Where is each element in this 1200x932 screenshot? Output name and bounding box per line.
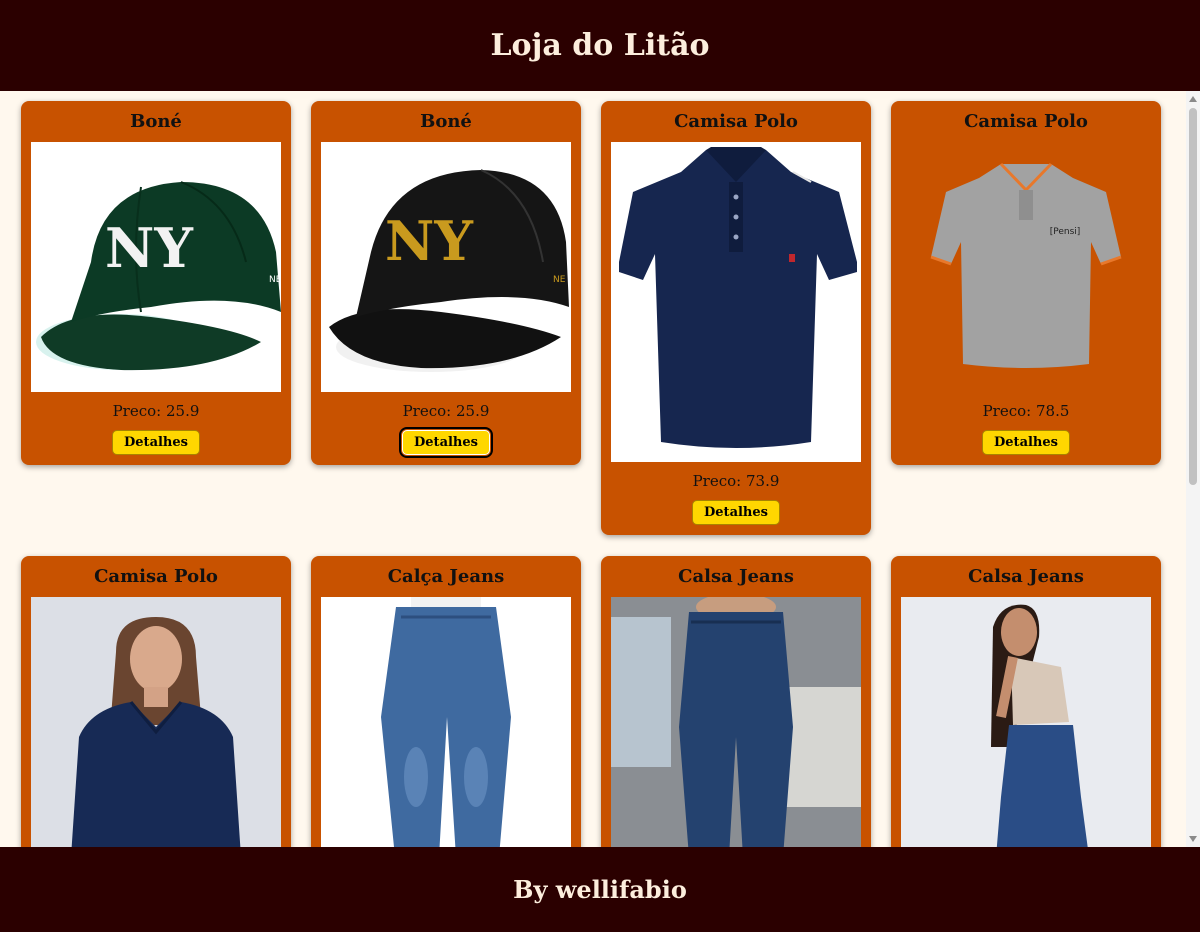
scroll-up-icon[interactable] <box>1189 96 1197 102</box>
product-price: Preco: 25.9 <box>402 402 490 420</box>
product-name: Camisa Polo <box>94 566 218 587</box>
green-cap-image: NY NE <box>36 181 281 371</box>
site-footer: By wellifabio <box>0 847 1200 932</box>
product-card: Camisa Polo [Pensi] Preco: 78.5 Detalhes <box>891 101 1161 465</box>
details-button[interactable]: Detalhes <box>692 500 780 525</box>
product-card: Boné NY NE Preco: 25.9 Detalhes <box>21 101 291 465</box>
product-image: NY NE <box>31 142 281 392</box>
product-card: Calsa Jeans <box>891 556 1161 847</box>
woman-jeans-image <box>991 604 1088 847</box>
product-image <box>901 597 1151 847</box>
product-card: Calsa Jeans <box>601 556 871 847</box>
product-card: Camisa Polo Preco: 73.9 Detalhes <box>601 101 871 535</box>
product-image <box>611 142 861 462</box>
page-scrollbar[interactable] <box>1186 91 1200 847</box>
product-price: Preco: 78.5 <box>982 402 1070 420</box>
product-price: Preco: 73.9 <box>692 472 780 490</box>
product-card: Calça Jeans <box>311 556 581 847</box>
svg-text:NY: NY <box>105 216 194 280</box>
svg-text:NE: NE <box>269 275 281 285</box>
jeans-image <box>381 597 511 847</box>
woman-polo-image <box>71 617 241 847</box>
product-name: Calsa Jeans <box>678 566 794 587</box>
svg-text:NY: NY <box>385 209 474 273</box>
site-title: Loja do Litão <box>490 28 710 63</box>
man-jeans-image <box>611 597 861 847</box>
product-image: [Pensi] <box>901 142 1151 392</box>
black-cap-image: NY NE <box>329 169 569 372</box>
details-button[interactable]: Detalhes <box>399 427 493 458</box>
site-header: Loja do Litão <box>0 0 1200 91</box>
footer-credit: By wellifabio <box>513 875 687 904</box>
scroll-down-icon[interactable] <box>1189 836 1197 842</box>
product-image <box>31 597 281 847</box>
details-button[interactable]: Detalhes <box>982 430 1070 455</box>
product-card: Boné NY NE Preco: 25.9 Detalhes <box>311 101 581 465</box>
scrollbar-thumb[interactable] <box>1189 108 1197 485</box>
navy-polo-image <box>619 147 857 448</box>
details-button[interactable]: Detalhes <box>112 430 200 455</box>
product-image <box>321 597 571 847</box>
product-name: Calça Jeans <box>387 566 505 587</box>
product-name: Camisa Polo <box>964 111 1088 132</box>
product-price: Preco: 25.9 <box>112 402 200 420</box>
product-name: Camisa Polo <box>674 111 798 132</box>
grey-polo-image: [Pensi] <box>930 162 1122 368</box>
polo-logo-text: [Pensi] <box>1050 227 1081 237</box>
product-image <box>611 597 861 847</box>
product-card: Camisa Polo <box>21 556 291 847</box>
product-image: NY NE <box>321 142 571 392</box>
product-name: Calsa Jeans <box>968 566 1084 587</box>
svg-text:NE: NE <box>553 275 566 285</box>
product-grid[interactable]: Boné NY NE Preco: 25.9 Detalhes Boné NY … <box>0 91 1186 847</box>
product-name: Boné <box>420 111 472 132</box>
product-name: Boné <box>130 111 182 132</box>
